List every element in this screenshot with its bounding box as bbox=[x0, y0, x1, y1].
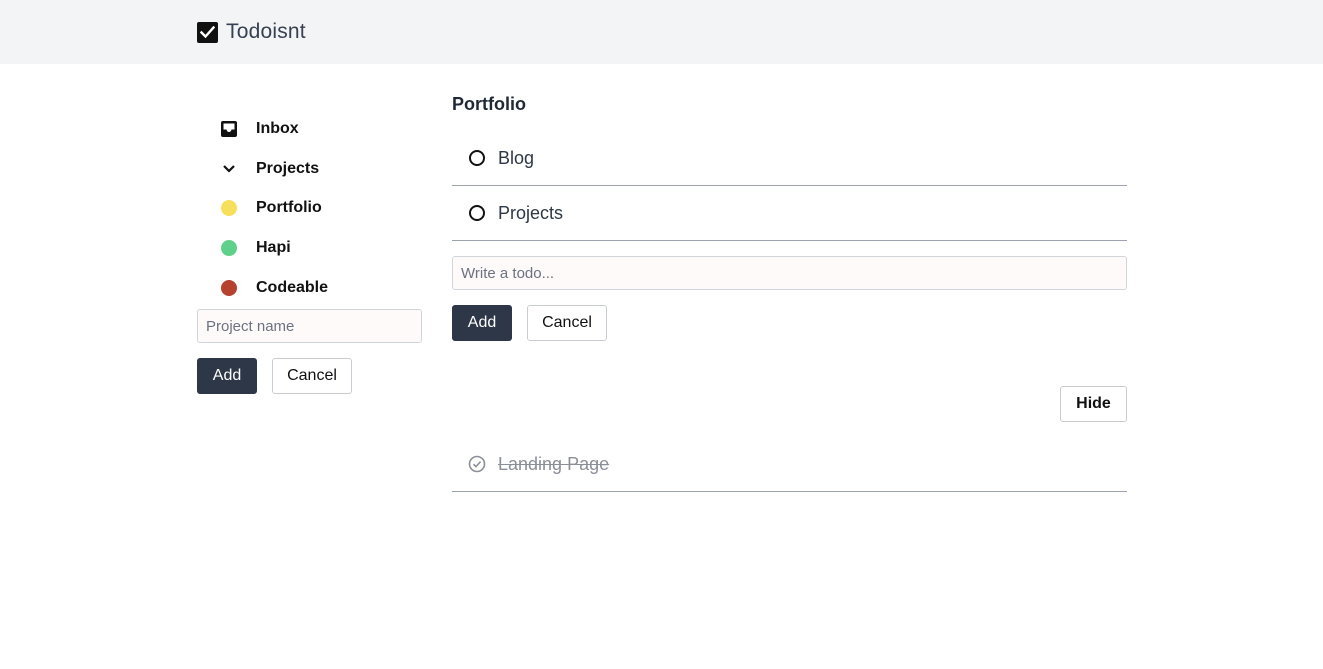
todo-checkbox-circle-icon[interactable] bbox=[469, 150, 485, 166]
cancel-todo-button[interactable]: Cancel bbox=[527, 305, 607, 341]
inbox-icon bbox=[220, 120, 238, 138]
sidebar-item-label: Hapi bbox=[256, 239, 291, 256]
top-bar: Todoisnt bbox=[0, 0, 1323, 64]
sidebar-item-label: Codeable bbox=[256, 279, 329, 296]
checkbox-logo-icon bbox=[197, 21, 218, 43]
sidebar-item-hapi[interactable]: Hapi bbox=[197, 230, 423, 266]
sidebar-item-portfolio[interactable]: Portfolio bbox=[197, 190, 423, 226]
todo-item[interactable]: Blog bbox=[452, 131, 1127, 186]
add-todo-button[interactable]: Add bbox=[452, 305, 512, 341]
check-circle-icon[interactable] bbox=[468, 455, 486, 473]
sidebar-item-label: Inbox bbox=[256, 120, 299, 137]
project-title: Portfolio bbox=[452, 94, 526, 114]
project-color-dot-icon bbox=[220, 279, 238, 297]
sidebar-item-inbox[interactable]: Inbox bbox=[197, 111, 423, 147]
sidebar-item-label: Projects bbox=[256, 160, 320, 177]
completed-todo-item[interactable]: Landing Page bbox=[452, 437, 1127, 492]
sidebar-item-label: Portfolio bbox=[256, 199, 322, 216]
todo-text: Projects bbox=[498, 202, 564, 223]
add-project-button[interactable]: Add bbox=[197, 358, 257, 394]
project-color-dot-icon bbox=[220, 199, 238, 217]
completed-todo-text: Landing Page bbox=[498, 453, 610, 474]
brand[interactable]: Todoisnt bbox=[197, 20, 306, 44]
cancel-project-button[interactable]: Cancel bbox=[272, 358, 352, 394]
sidebar-item-projects[interactable]: Projects bbox=[197, 151, 423, 187]
chevron-down-icon bbox=[220, 160, 238, 178]
sidebar-item-codeable[interactable]: Codeable bbox=[197, 270, 423, 306]
app-title: Todoisnt bbox=[226, 20, 306, 43]
project-color-dot-icon bbox=[220, 239, 238, 257]
todo-input[interactable] bbox=[452, 256, 1127, 290]
todo-checkbox-circle-icon[interactable] bbox=[469, 205, 485, 221]
hide-completed-button[interactable]: Hide bbox=[1060, 386, 1127, 422]
project-name-input[interactable] bbox=[197, 309, 422, 343]
todo-item[interactable]: Projects bbox=[452, 186, 1127, 241]
todo-text: Blog bbox=[498, 147, 535, 168]
